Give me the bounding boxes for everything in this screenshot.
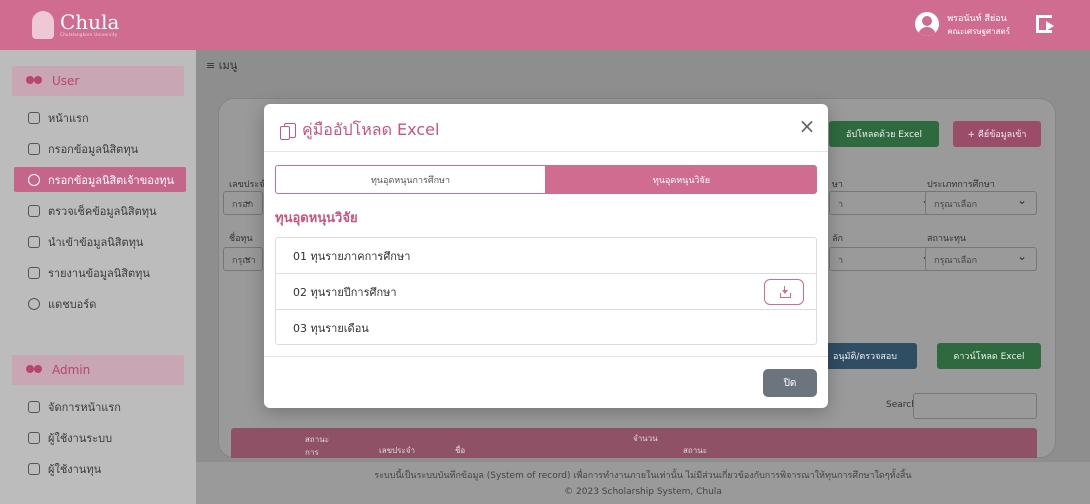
upload-excel-button[interactable]: อัปโหลดด้วย Excel [829, 121, 939, 147]
sidebar-item-check-student[interactable]: ตรวจเช็คข้อมูลนิสิตทุน [0, 195, 196, 226]
close-icon[interactable]: × [796, 116, 818, 138]
field-label: สถานะทุน [927, 234, 967, 244]
sidebar-item-label: รายงานข้อมูลนิสิตทุน [48, 266, 150, 280]
modal-header: คู่มืออัปโหลด Excel × [264, 104, 828, 152]
excel-guide-modal: คู่มืออัปโหลด Excel × ทุนอุดหนุนการศึกษา… [264, 104, 828, 408]
sidebar-item-fund-users[interactable]: ผู้ใช้งานทุน [0, 453, 196, 484]
download-excel-button[interactable]: ดาวน์โหลด Excel [937, 343, 1041, 369]
sidebar: User หน้าแรก กรอกข้อมูลนิสิตทุน กรอกข้อม… [0, 50, 196, 504]
chula-emblem-icon [32, 11, 54, 39]
field-label: ประเภทการศึกษา [927, 180, 995, 190]
chula-logo[interactable]: Chula Chulalongkorn University [32, 8, 119, 42]
dashboard-icon [28, 297, 40, 310]
sidebar-item-enter-owner[interactable]: กรอกข้อมูลนิสิตเจ้าของทุน [14, 167, 186, 192]
sidebar-item-manage-home[interactable]: จัดการหน้าแรก [0, 391, 196, 422]
logout-icon[interactable] [1036, 15, 1054, 33]
field-label: ษา [832, 180, 843, 190]
user-name: พรอนันท์ สีย่อน [947, 14, 1007, 24]
sidebar-item-label: แดชบอร์ด [48, 297, 97, 311]
sidebar-item-label: กรอกข้อมูลนิสิตเจ้าของทุน [48, 173, 174, 187]
close-button-label: ปิด [783, 377, 797, 389]
tab-research-fund[interactable]: ทุนอุดหนุนวิจัย [546, 165, 817, 194]
template-list: 01 ทุนรายภาคการศึกษา 02 ทุนรายปีการศึกษา… [275, 237, 817, 345]
section-title: ทุนอุดหนุนวิจัย [275, 211, 358, 226]
modal-title: คู่มืออัปโหลด Excel [280, 118, 440, 143]
download-excel-label: ดาวน์โหลด Excel [953, 352, 1025, 362]
home-icon [28, 111, 40, 124]
sidebar-item-label: จัดการหน้าแรก [48, 400, 121, 414]
home-icon [28, 400, 40, 413]
logo-text: Chula [60, 10, 120, 34]
user-icon [28, 235, 40, 248]
users-icon [26, 76, 44, 86]
document-icon [280, 123, 296, 140]
approve-label: อนุมัติ/ตรวจสอบ [833, 352, 897, 362]
user-icon [28, 431, 40, 444]
user-profile[interactable]: พรอนันท์ สีย่อน คณะเศรษฐศาสตร์ [915, 10, 1010, 38]
sidebar-section-label: User [52, 74, 80, 88]
sidebar-item-label: ตรวจเช็คข้อมูลนิสิตทุน [48, 204, 157, 218]
table-header-cell: สถานะ การ [305, 435, 329, 457]
table-header-cell: เลขประจำ [379, 446, 415, 455]
close-button[interactable]: ปิด [763, 369, 817, 397]
list-item-label: 02 ทุนรายปีการศึกษา [293, 285, 397, 299]
menu-toggle[interactable]: ≡ เมนู [206, 56, 237, 74]
logo-subtext: Chulalongkorn University [60, 32, 118, 37]
sidebar-item-report[interactable]: รายงานข้อมูลนิสิตทุน [0, 257, 196, 288]
fund-type-tabs: ทุนอุดหนุนการศึกษา ทุนอุดหนุนวิจัย [275, 165, 817, 194]
user-icon [28, 142, 40, 155]
avatar-icon [915, 12, 940, 36]
modal-footer: ปิด [264, 356, 828, 408]
tab-education-fund[interactable]: ทุนอุดหนุนการศึกษา [275, 165, 546, 194]
download-icon [781, 290, 788, 294]
sidebar-item-home[interactable]: หน้าแรก [0, 102, 196, 133]
search-input[interactable] [913, 393, 1037, 419]
sidebar-item-label: ผู้ใช้งานระบบ [48, 431, 113, 445]
table-header-cell: จำนวน [633, 434, 658, 443]
add-data-label: + คีย์ข้อมูลเข้า [967, 130, 1027, 140]
footer: ระบบนี้เป็นระบบบันทึกข้อมูล (System of r… [196, 462, 1090, 504]
sidebar-section-user: User [12, 66, 184, 96]
study-type-select[interactable]: กรุณาเลือก [925, 191, 1037, 215]
list-item-label: 01 ทุนรายภาคการศึกษา [293, 249, 411, 263]
list-item: 03 ทุนรายเดือน [276, 310, 816, 346]
table-header: สถานะ การ เลขประจำ ชื่อ จำนวน สถานะ [231, 428, 1037, 458]
sidebar-item-dashboard[interactable]: แดชบอร์ด [0, 288, 196, 319]
list-item-label: 03 ทุนรายเดือน [293, 322, 369, 335]
field-label: ชื่อทุน [229, 234, 253, 244]
sidebar-item-label: ผู้ใช้งานทุน [48, 462, 102, 476]
sidebar-item-import-student[interactable]: นำเข้าข้อมูลนิสิตทุน [0, 226, 196, 257]
user-faculty: คณะเศรษฐศาสตร์ [947, 27, 1010, 36]
fund-status-select[interactable]: กรุณาเลือก [925, 247, 1037, 271]
id-input[interactable]: กรอก [223, 191, 263, 215]
user-icon [28, 462, 40, 475]
user-icon [28, 173, 40, 186]
footer-disclaimer: ระบบนี้เป็นระบบบันทึกข้อมูล (System of r… [374, 471, 912, 481]
fund-name-input[interactable]: กรุณา [223, 247, 263, 271]
footer-copyright: © 2023 Scholarship System, Chula [564, 487, 722, 497]
sidebar-section-admin: Admin [12, 355, 184, 385]
sidebar-item-system-users[interactable]: ผู้ใช้งานระบบ [0, 422, 196, 453]
table-header-cell: สถานะ [683, 446, 707, 455]
sidebar-item-label: กรอกข้อมูลนิสิตทุน [48, 142, 139, 156]
sidebar-item-label: นำเข้าข้อมูลนิสิตทุน [48, 235, 144, 249]
admin-icon [26, 365, 44, 375]
list-item: 01 ทุนรายภาคการศึกษา [276, 238, 816, 274]
upload-excel-label: อัปโหลดด้วย Excel [845, 130, 923, 140]
report-icon [28, 266, 40, 279]
sidebar-item-enter-student[interactable]: กรอกข้อมูลนิสิตทุน [0, 133, 196, 164]
field-label: ลัก [832, 234, 843, 244]
top-navbar: Chula Chulalongkorn University พรอนันท์ … [0, 0, 1090, 50]
sidebar-divider [0, 319, 196, 355]
list-item: 02 ทุนรายปีการศึกษา [276, 274, 816, 310]
approve-button[interactable]: อนุมัติ/ตรวจสอบ [813, 343, 917, 369]
user-icon [28, 204, 40, 217]
modal-title-text: คู่มืออัปโหลด Excel [302, 120, 440, 139]
download-button[interactable] [764, 279, 804, 305]
add-data-button[interactable]: + คีย์ข้อมูลเข้า [953, 121, 1041, 147]
sidebar-item-label: หน้าแรก [48, 111, 89, 125]
sidebar-section-label: Admin [52, 363, 91, 377]
table-header-cell: ชื่อ [455, 446, 466, 455]
